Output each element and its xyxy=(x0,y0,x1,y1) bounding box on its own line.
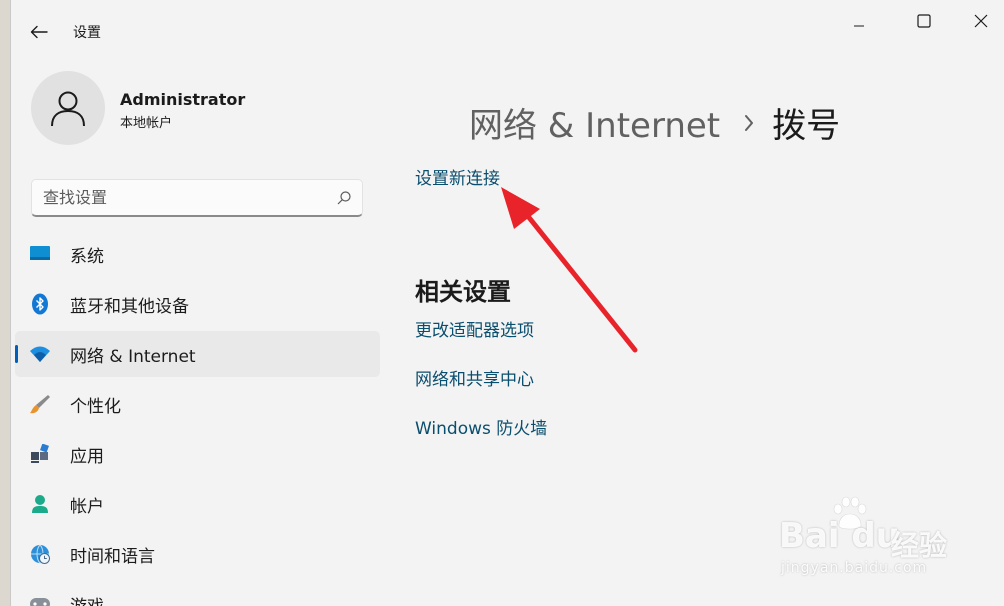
close-button[interactable] xyxy=(958,8,1004,34)
chevron-right-icon xyxy=(744,114,754,132)
watermark-brand: Bai du xyxy=(779,516,900,556)
gaming-icon xyxy=(29,593,51,606)
settings-window: 设置 Administrator 本地帐户 查找设置 系统 蓝牙和其他设备 网络… xyxy=(10,0,1004,606)
sidebar-item-time-language[interactable]: 时间和语言 xyxy=(15,531,380,577)
search-box xyxy=(31,179,363,217)
search-input[interactable] xyxy=(32,179,326,216)
maximize-icon xyxy=(917,14,931,28)
sidebar-nav: 系统 蓝牙和其他设备 网络 & Internet 个性化 应用 帐户 时间和语言 xyxy=(11,231,391,606)
breadcrumb: 网络 & Internet 拨号 xyxy=(469,98,840,147)
sidebar-item-personalization[interactable]: 个性化 xyxy=(15,381,380,427)
sidebar-item-label: 应用 xyxy=(70,446,104,467)
network-sharing-center-link[interactable]: 网络和共享中心 xyxy=(415,365,534,390)
wifi-icon xyxy=(29,343,51,365)
watermark-jingyan: 经验 xyxy=(891,529,948,562)
change-adapter-options-link[interactable]: 更改适配器选项 xyxy=(415,316,534,341)
sidebar-item-label: 个性化 xyxy=(70,396,121,417)
arrow-left-icon xyxy=(30,25,48,39)
sidebar-item-system[interactable]: 系统 xyxy=(15,231,380,277)
active-indicator xyxy=(15,345,18,363)
sidebar-item-accounts[interactable]: 帐户 xyxy=(15,481,380,527)
sidebar-item-label: 时间和语言 xyxy=(70,546,155,567)
avatar[interactable] xyxy=(31,71,105,145)
title-bar: 设置 xyxy=(11,0,1004,62)
baidu-watermark: Bai du 经验 jingyan.baidu.com xyxy=(769,496,969,586)
close-icon xyxy=(974,14,988,28)
minimize-icon xyxy=(854,25,864,27)
setup-new-connection-link[interactable]: 设置新连接 xyxy=(415,164,500,189)
sidebar-item-label: 帐户 xyxy=(70,496,104,517)
bluetooth-icon xyxy=(29,293,51,315)
user-name: Administrator xyxy=(120,90,246,109)
account-icon xyxy=(29,493,51,515)
sidebar-item-network[interactable]: 网络 & Internet xyxy=(15,331,380,377)
sidebar-item-bluetooth[interactable]: 蓝牙和其他设备 xyxy=(15,281,380,327)
account-type: 本地帐户 xyxy=(120,116,173,131)
back-button[interactable] xyxy=(27,20,51,44)
time-language-icon xyxy=(29,543,51,565)
related-settings-title: 相关设置 xyxy=(415,278,511,306)
sidebar-item-label: 游戏 xyxy=(70,592,104,606)
sidebar-item-label: 系统 xyxy=(70,246,104,267)
search-icon[interactable] xyxy=(326,180,362,215)
breadcrumb-parent[interactable]: 网络 & Internet xyxy=(469,98,720,147)
user-icon xyxy=(51,91,85,127)
minimize-button[interactable] xyxy=(836,8,882,34)
sidebar-item-label: 蓝牙和其他设备 xyxy=(70,296,189,317)
apps-icon xyxy=(29,443,51,465)
paw-logo-icon xyxy=(833,496,867,530)
brush-icon xyxy=(29,393,51,415)
sidebar-item-gaming[interactable]: 游戏 xyxy=(15,581,380,606)
sidebar-item-apps[interactable]: 应用 xyxy=(15,431,380,477)
page-title: 拨号 xyxy=(772,106,841,146)
app-title: 设置 xyxy=(73,25,101,41)
watermark-url: jingyan.baidu.com xyxy=(781,560,928,576)
windows-firewall-link[interactable]: Windows 防火墙 xyxy=(415,414,547,439)
sidebar-item-label: 网络 & Internet xyxy=(70,346,196,367)
system-display-icon xyxy=(29,243,51,265)
maximize-button[interactable] xyxy=(901,8,947,34)
